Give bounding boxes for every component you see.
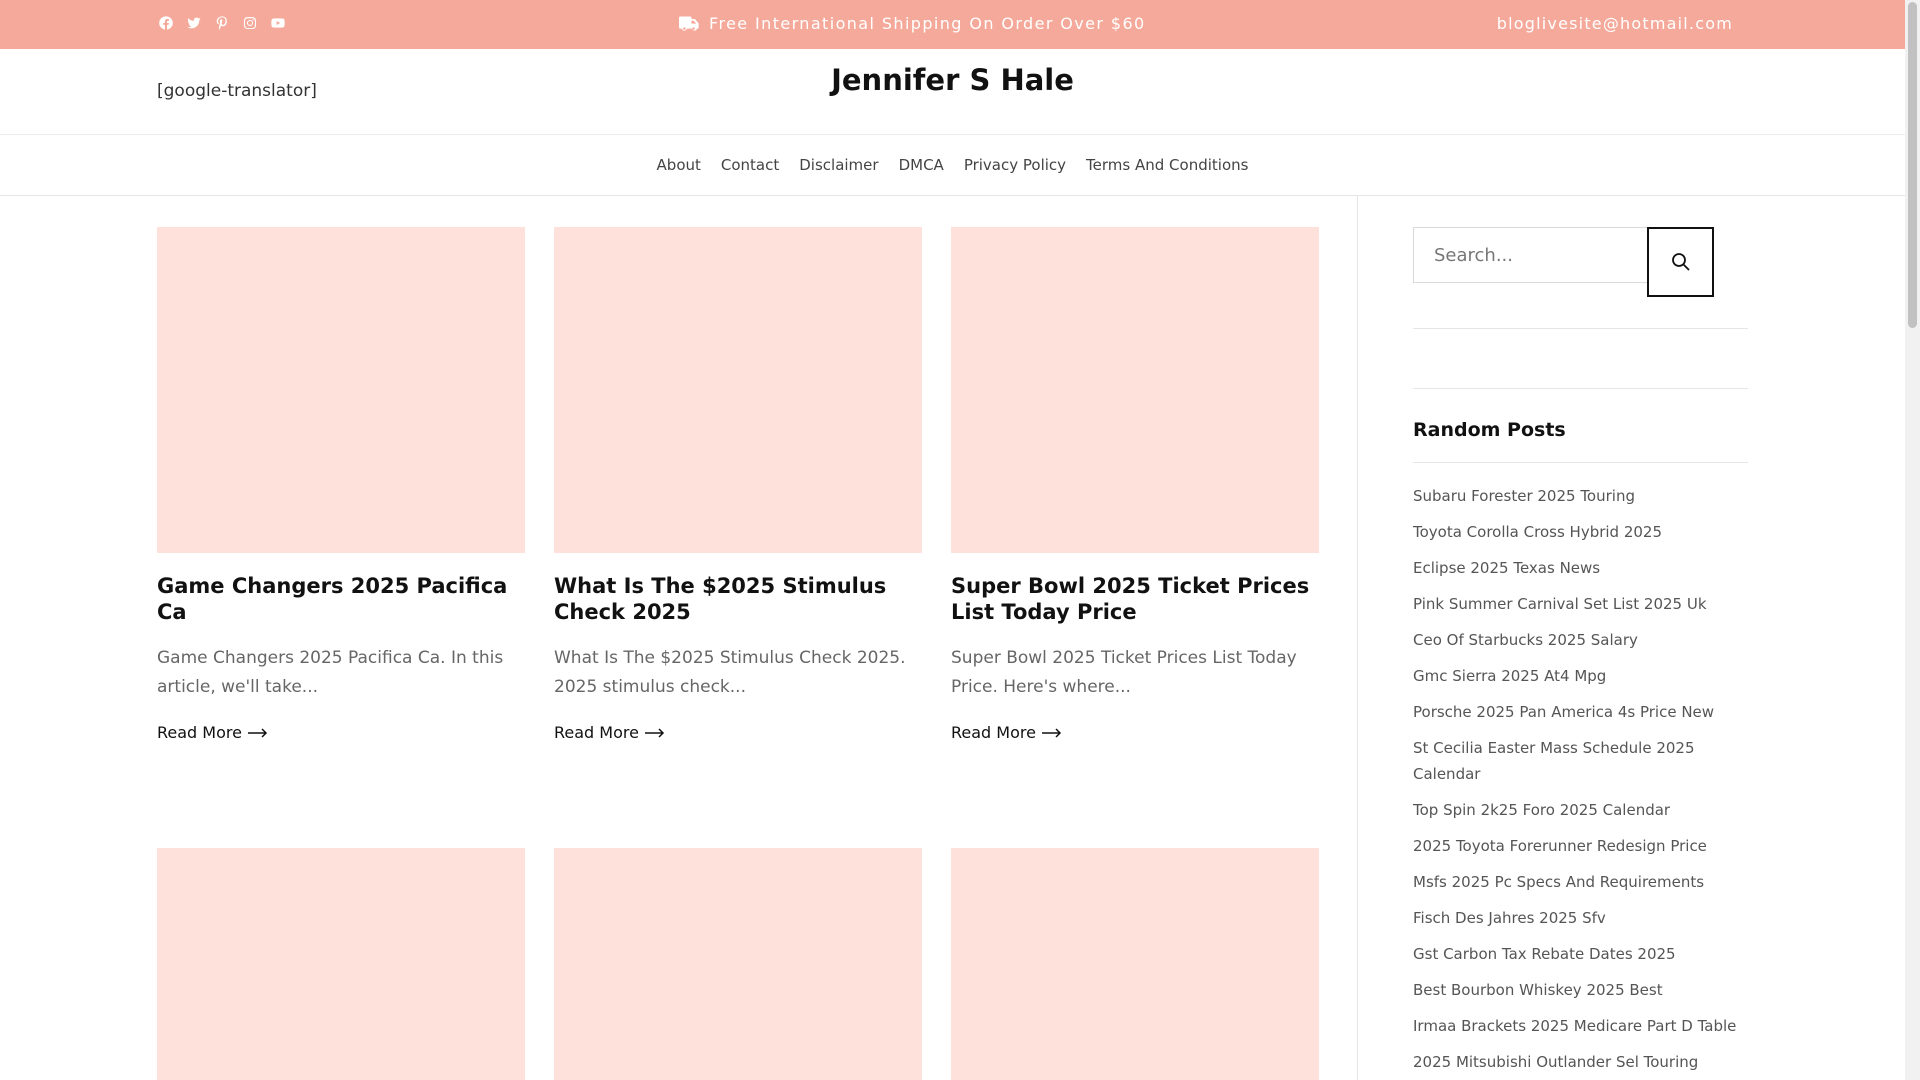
nav-item-contact[interactable]: Contact	[721, 156, 779, 174]
random-post-link[interactable]: Gmc Sierra 2025 At4 Mpg	[1413, 663, 1743, 689]
post-thumbnail[interactable]	[157, 848, 525, 1080]
random-post-link[interactable]: Ceo Of Starbucks 2025 Salary	[1413, 627, 1743, 653]
random-post-link[interactable]: 2025 Toyota Forerunner Redesign Price	[1413, 833, 1743, 859]
random-post-link[interactable]: Fisch Des Jahres 2025 Sfv	[1413, 905, 1743, 931]
facebook-icon[interactable]	[157, 14, 175, 32]
post-card: Super Bowl 2025 Ticket Prices List Today…	[951, 227, 1319, 742]
nav-item-terms[interactable]: Terms And Conditions	[1086, 156, 1248, 174]
read-more-label: Read More	[554, 723, 639, 742]
read-more-link[interactable]: Read More	[157, 723, 525, 742]
main-nav: About Contact Disclaimer DMCA Privacy Po…	[0, 156, 1905, 174]
site-title[interactable]: Jennifer S Hale	[0, 63, 1905, 97]
random-post-link[interactable]: Toyota Corolla Cross Hybrid 2025	[1413, 519, 1743, 545]
nav-item-about[interactable]: About	[657, 156, 701, 174]
post-title[interactable]: Game Changers 2025 Pacifica Ca	[157, 573, 525, 625]
post-thumbnail[interactable]	[951, 227, 1319, 553]
arrow-right-icon	[247, 727, 268, 738]
arrow-right-icon	[644, 727, 665, 738]
random-post-link[interactable]: Msfs 2025 Pc Specs And Requirements	[1413, 869, 1743, 895]
twitter-icon[interactable]	[185, 14, 203, 32]
random-post-link[interactable]: Pink Summer Carnival Set List 2025 Uk	[1413, 591, 1743, 617]
search-icon	[1671, 253, 1690, 271]
nav-item-privacy-policy[interactable]: Privacy Policy	[964, 156, 1066, 174]
post-card	[951, 848, 1319, 1080]
search-form	[1413, 227, 1714, 297]
post-excerpt: Game Changers 2025 Pacifica Ca. In this …	[157, 648, 504, 697]
random-post-link[interactable]: Top Spin 2k25 Foro 2025 Calendar	[1413, 797, 1743, 823]
post-card	[554, 848, 922, 1080]
random-posts-title: Random Posts	[1413, 419, 1566, 441]
post-card	[157, 848, 525, 1080]
read-more-label: Read More	[951, 723, 1036, 742]
read-more-link[interactable]: Read More	[951, 723, 1319, 742]
random-posts-list: Subaru Forester 2025 Touring Toyota Coro…	[1413, 483, 1743, 1080]
promo-text: Free International Shipping On Order Ove…	[709, 14, 1146, 33]
random-post-link[interactable]: St Cecilia Easter Mass Schedule 2025 Cal…	[1413, 735, 1743, 787]
sidebar-divider	[1413, 388, 1748, 389]
top-bar: Free International Shipping On Order Ove…	[0, 0, 1905, 49]
random-post-link[interactable]: Porsche 2025 Pan America 4s Price New	[1413, 699, 1743, 725]
random-post-link[interactable]: 2025 Mitsubishi Outlander Sel Touring Pa…	[1413, 1049, 1743, 1080]
random-post-link[interactable]: Best Bourbon Whiskey 2025 Best	[1413, 977, 1743, 1003]
scrollbar-thumb[interactable]	[1908, 2, 1917, 328]
pinterest-icon[interactable]	[213, 14, 231, 32]
post-thumbnail[interactable]	[951, 848, 1319, 1080]
random-post-link[interactable]: Subaru Forester 2025 Touring	[1413, 483, 1743, 509]
read-more-label: Read More	[157, 723, 242, 742]
sidebar-divider	[1357, 196, 1358, 1080]
youtube-icon[interactable]	[269, 14, 287, 32]
nav-divider	[0, 195, 1905, 196]
random-post-link[interactable]: Gst Carbon Tax Rebate Dates 2025	[1413, 941, 1743, 967]
sidebar-divider	[1413, 462, 1748, 463]
post-thumbnail[interactable]	[554, 848, 922, 1080]
shipping-promo: Free International Shipping On Order Ove…	[679, 14, 1146, 33]
post-excerpt: Super Bowl 2025 Ticket Prices List Today…	[951, 648, 1297, 697]
page-scrollbar[interactable]	[1905, 0, 1920, 1080]
post-title[interactable]: What Is The $2025 Stimulus Check 2025	[554, 573, 922, 625]
random-post-link[interactable]: Irmaa Brackets 2025 Medicare Part D Tabl…	[1413, 1013, 1743, 1039]
header-divider	[0, 134, 1905, 135]
post-thumbnail[interactable]	[554, 227, 922, 553]
search-button[interactable]	[1647, 227, 1714, 297]
instagram-icon[interactable]	[241, 14, 259, 32]
post-excerpt: What Is The $2025 Stimulus Check 2025. 2…	[554, 648, 906, 697]
nav-item-dmca[interactable]: DMCA	[899, 156, 944, 174]
social-links	[157, 14, 287, 32]
truck-icon	[679, 16, 699, 31]
arrow-right-icon	[1041, 727, 1062, 738]
post-card: What Is The $2025 Stimulus Check 2025 Wh…	[554, 227, 922, 742]
contact-email[interactable]: bloglivesite@hotmail.com	[1497, 14, 1733, 33]
post-thumbnail[interactable]	[157, 227, 525, 553]
nav-item-disclaimer[interactable]: Disclaimer	[799, 156, 878, 174]
post-title[interactable]: Super Bowl 2025 Ticket Prices List Today…	[951, 573, 1319, 625]
sidebar-divider	[1413, 328, 1748, 329]
post-card: Game Changers 2025 Pacifica Ca Game Chan…	[157, 227, 525, 742]
random-post-link[interactable]: Eclipse 2025 Texas News	[1413, 555, 1743, 581]
read-more-link[interactable]: Read More	[554, 723, 922, 742]
search-input[interactable]	[1413, 227, 1648, 283]
